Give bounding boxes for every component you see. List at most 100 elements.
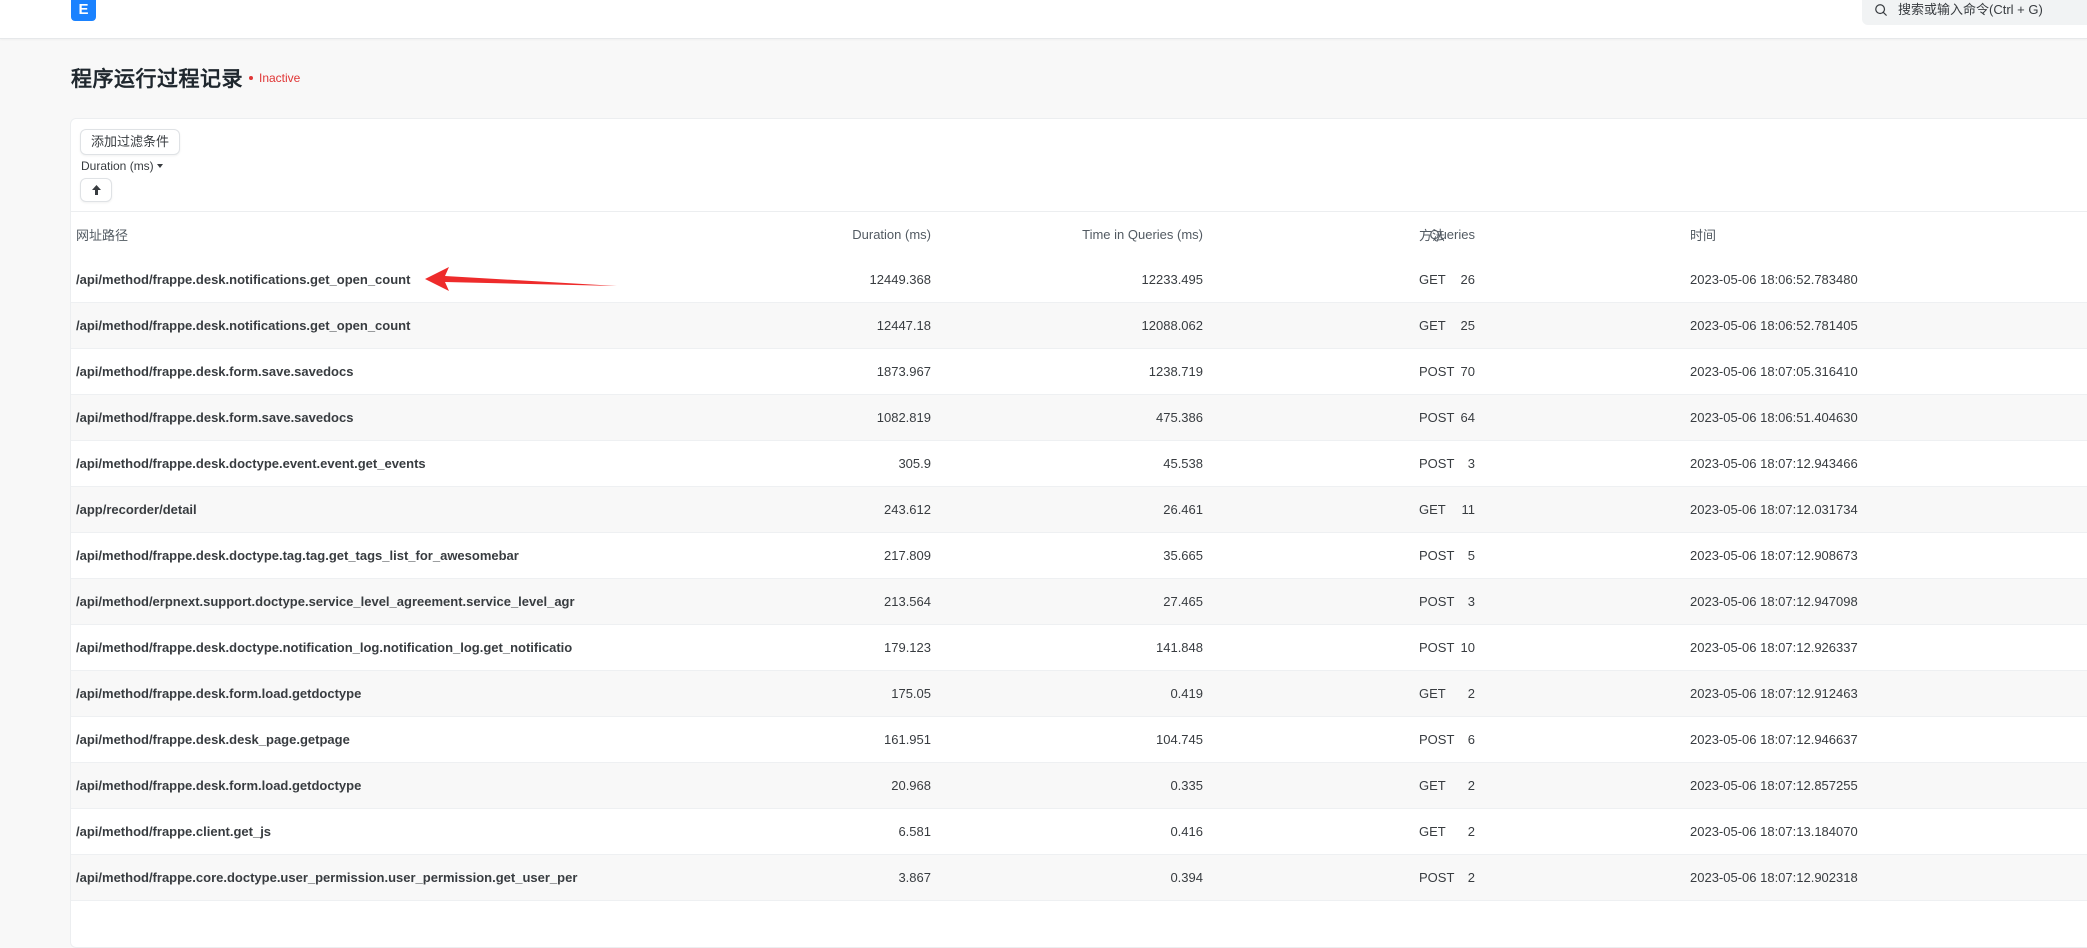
cell-method: POST	[1419, 732, 1455, 747]
cell-time-in-queries: 12233.495	[1141, 272, 1203, 287]
cell-path[interactable]: /api/method/frappe.desk.form.save.savedo…	[76, 349, 660, 394]
cell-time-in-queries: 27.465	[1163, 594, 1203, 609]
cell-time-in-queries: 141.848	[1156, 640, 1203, 655]
header-time[interactable]: 时间	[1690, 212, 2087, 257]
header-method[interactable]: 方法	[1419, 212, 1619, 257]
table-row[interactable]: /api/method/frappe.desk.form.load.getdoc…	[71, 671, 2087, 717]
table-row[interactable]: /api/method/frappe.desk.form.save.savedo…	[71, 349, 2087, 395]
cell-time: 2023-05-06 18:07:12.943466	[1690, 456, 1858, 471]
cell-path[interactable]: /api/method/frappe.desk.form.save.savedo…	[76, 395, 660, 440]
cell-time: 2023-05-06 18:07:13.184070	[1690, 824, 1858, 839]
cell-time: 2023-05-06 18:07:12.926337	[1690, 640, 1858, 655]
cell-method: GET	[1419, 686, 1446, 701]
cell-duration: 243.612	[884, 502, 931, 517]
cell-duration: 20.968	[891, 778, 931, 793]
arrow-up-icon	[92, 185, 101, 195]
cell-method: GET	[1419, 502, 1446, 517]
search-icon	[1875, 4, 1887, 16]
sort-order-button[interactable]	[80, 178, 112, 202]
cell-method: POST	[1419, 364, 1455, 379]
cell-duration: 3.867	[898, 870, 931, 885]
cell-duration: 1082.819	[876, 410, 931, 425]
navbar: E 搜索或输入命令(Ctrl + G)	[0, 0, 2087, 39]
header-time-in-queries[interactable]: Time in Queries (ms)	[941, 212, 1203, 257]
cell-duration: 217.809	[884, 548, 931, 563]
sort-by-select[interactable]: Duration (ms)	[81, 159, 163, 173]
cell-time: 2023-05-06 18:07:12.912463	[1690, 686, 1858, 701]
table-row[interactable]: /app/recorder/detail 243.612 26.461 11 GET 20…	[71, 487, 2087, 533]
search-input[interactable]: 搜索或输入命令(Ctrl + G)	[1862, 0, 2087, 25]
page-title: 程序运行过程记录	[71, 68, 243, 91]
app-logo[interactable]: E	[71, 0, 96, 21]
cell-path[interactable]: /api/method/frappe.client.get_js	[76, 809, 660, 854]
search-placeholder: 搜索或输入命令(Ctrl + G)	[1898, 2, 2043, 17]
requests-table: 网址路径 Duration (ms) Time in Queries (ms) …	[71, 212, 2087, 901]
cell-path[interactable]: /api/method/frappe.desk.form.load.getdoc…	[76, 671, 660, 716]
cell-duration: 12449.368	[869, 272, 931, 287]
status-text: Inactive	[259, 71, 301, 85]
cell-time-in-queries: 475.386	[1156, 410, 1203, 425]
cell-path[interactable]: /api/method/frappe.desk.form.load.getdoc…	[76, 763, 660, 808]
table-row[interactable]: /api/method/frappe.client.get_js 6.581 0.4…	[71, 809, 2087, 855]
cell-time-in-queries: 35.665	[1163, 548, 1203, 563]
table-row[interactable]: /api/method/frappe.desk.notifications.ge…	[71, 257, 2087, 303]
table-row[interactable]: /api/method/frappe.desk.doctype.tag.tag.…	[71, 533, 2087, 579]
table-body: /api/method/frappe.desk.notifications.ge…	[71, 257, 2087, 901]
table-row[interactable]: /api/method/frappe.desk.form.save.savedo…	[71, 395, 2087, 441]
table-row[interactable]: /api/method/frappe.core.doctype.user_per…	[71, 855, 2087, 901]
cell-method: POST	[1419, 870, 1455, 885]
cell-time: 2023-05-06 18:07:12.902318	[1690, 870, 1858, 885]
status-badge: Inactive	[249, 71, 300, 85]
cell-method: POST	[1419, 548, 1455, 563]
cell-path[interactable]: /api/method/frappe.desk.desk_page.getpag…	[76, 717, 660, 762]
table-row[interactable]: /api/method/frappe.desk.notifications.ge…	[71, 303, 2087, 349]
cell-method: POST	[1419, 594, 1455, 609]
cell-method: GET	[1419, 778, 1446, 793]
header-path[interactable]: 网址路径	[76, 212, 660, 257]
cell-method: GET	[1419, 318, 1446, 333]
cell-path[interactable]: /api/method/frappe.desk.doctype.tag.tag.…	[76, 533, 660, 578]
table-row[interactable]: /api/method/erpnext.support.doctype.serv…	[71, 579, 2087, 625]
cell-time-in-queries: 0.394	[1170, 870, 1203, 885]
cell-path[interactable]: /api/method/frappe.desk.notifications.ge…	[76, 303, 660, 348]
cell-time-in-queries: 0.419	[1170, 686, 1203, 701]
cell-time: 2023-05-06 18:07:12.857255	[1690, 778, 1858, 793]
cell-path[interactable]: /api/method/erpnext.support.doctype.serv…	[76, 579, 660, 624]
cell-path[interactable]: /api/method/frappe.core.doctype.user_per…	[76, 855, 660, 900]
cell-time-in-queries: 0.335	[1170, 778, 1203, 793]
caret-down-icon	[156, 164, 163, 168]
cell-path[interactable]: /api/method/frappe.desk.doctype.notifica…	[76, 625, 660, 670]
cell-time-in-queries: 0.416	[1170, 824, 1203, 839]
cell-time-in-queries: 45.538	[1163, 456, 1203, 471]
cell-time: 2023-05-06 18:07:12.947098	[1690, 594, 1858, 609]
sort-by-label: Duration (ms)	[81, 159, 154, 173]
header-duration[interactable]: Duration (ms)	[671, 212, 931, 257]
cell-time: 2023-05-06 18:07:12.031734	[1690, 502, 1858, 517]
cell-time: 2023-05-06 18:06:52.783480	[1690, 272, 1858, 287]
cell-duration: 305.9	[898, 456, 931, 471]
cell-time: 2023-05-06 18:07:12.908673	[1690, 548, 1858, 563]
cell-time: 2023-05-06 18:06:52.781405	[1690, 318, 1858, 333]
table-row[interactable]: /api/method/frappe.desk.doctype.event.ev…	[71, 441, 2087, 487]
cell-path[interactable]: /app/recorder/detail	[76, 487, 660, 532]
table-row[interactable]: /api/method/frappe.desk.desk_page.getpag…	[71, 717, 2087, 763]
cell-duration: 1873.967	[876, 364, 931, 379]
status-dot-icon	[249, 76, 253, 80]
add-filter-button[interactable]: 添加过滤条件	[80, 129, 181, 155]
cell-method: POST	[1419, 410, 1455, 425]
table-row[interactable]: /api/method/frappe.desk.doctype.notifica…	[71, 625, 2087, 671]
table-row[interactable]: /api/method/frappe.desk.form.load.getdoc…	[71, 763, 2087, 809]
cell-path[interactable]: /api/method/frappe.desk.doctype.event.ev…	[76, 441, 660, 486]
cell-method: POST	[1419, 456, 1455, 471]
cell-time-in-queries: 104.745	[1156, 732, 1203, 747]
cell-time: 2023-05-06 18:06:51.404630	[1690, 410, 1858, 425]
annotation-arrow-icon	[425, 267, 617, 291]
cell-duration: 179.123	[884, 640, 931, 655]
cell-method: GET	[1419, 272, 1446, 287]
cell-method: POST	[1419, 640, 1455, 655]
table-header: 网址路径 Duration (ms) Time in Queries (ms) …	[71, 212, 2087, 257]
cell-method: GET	[1419, 824, 1446, 839]
cell-time-in-queries: 1238.719	[1148, 364, 1203, 379]
cell-duration: 213.564	[884, 594, 931, 609]
cell-duration: 175.05	[891, 686, 931, 701]
